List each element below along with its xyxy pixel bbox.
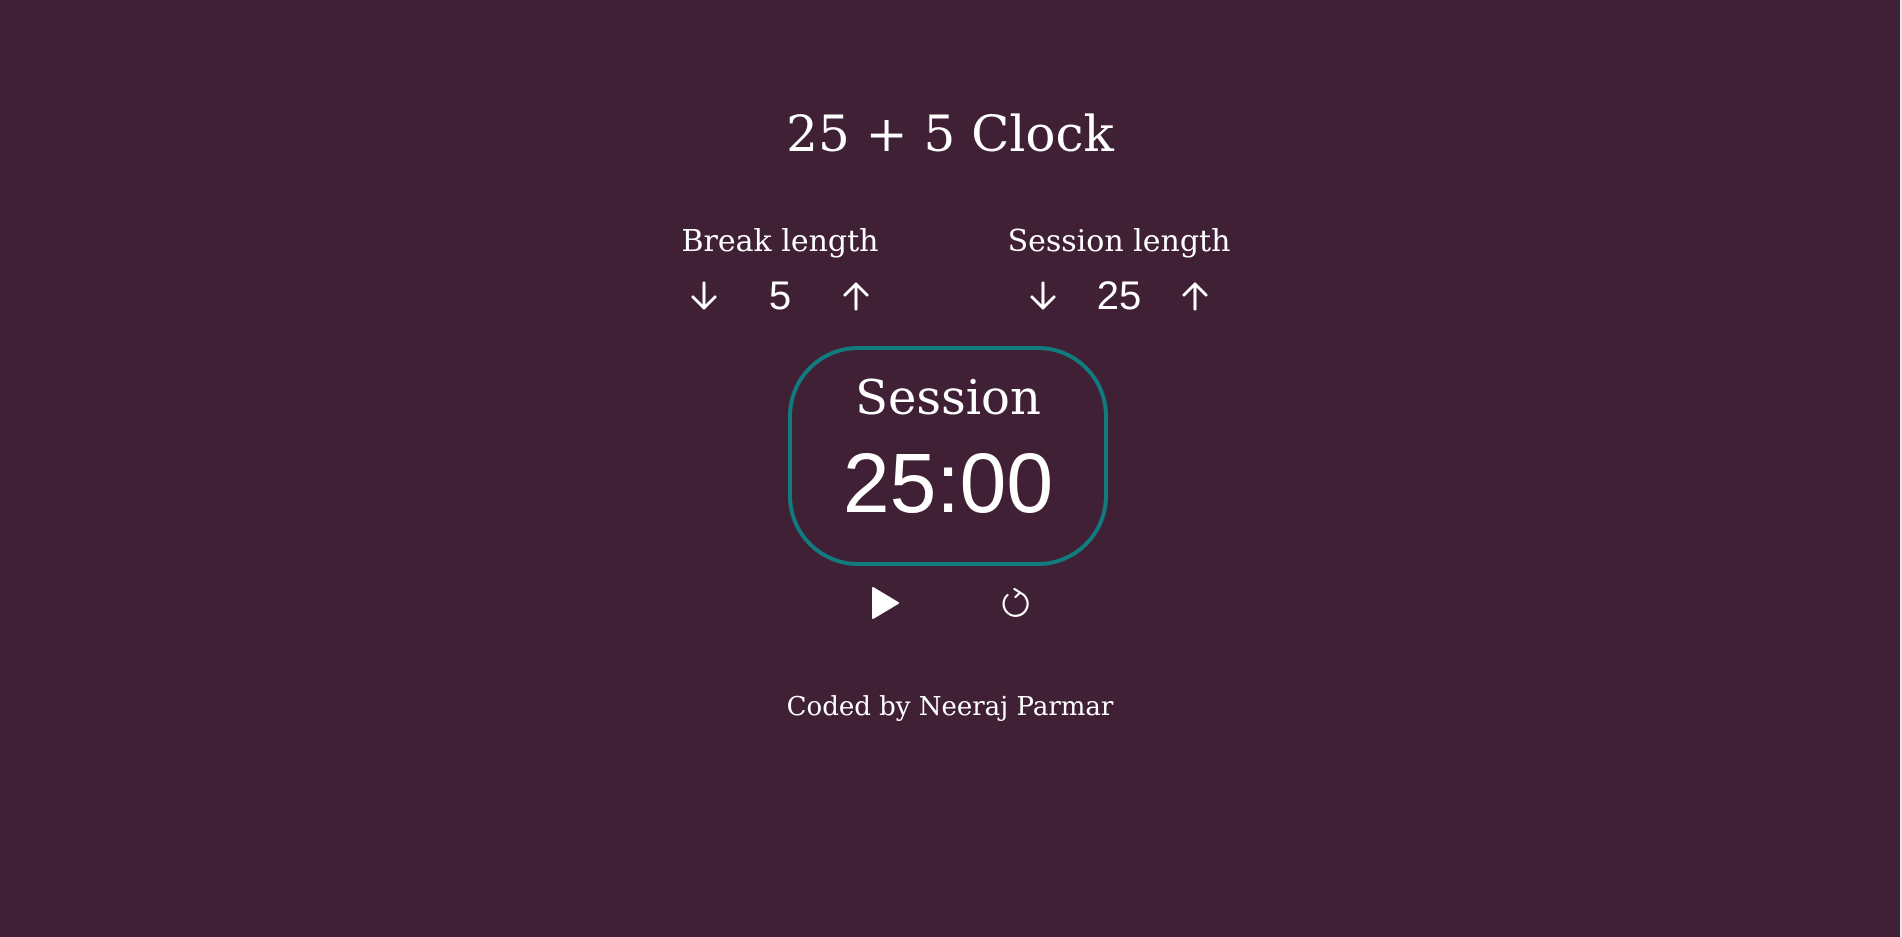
arrow-up-icon <box>843 282 869 311</box>
reset-button[interactable] <box>990 580 1040 626</box>
session-increment-button[interactable] <box>1175 273 1215 319</box>
session-label: Session length <box>1007 224 1231 259</box>
timer-label: Session <box>855 370 1041 426</box>
clock-app: 25 + 5 Clock Break length 5 Session leng… <box>0 0 1902 937</box>
break-decrement-button[interactable] <box>684 273 724 319</box>
time-left: 25:00 <box>842 436 1054 530</box>
session-length-value: 25 <box>1096 273 1142 318</box>
break-increment-button[interactable] <box>836 273 876 319</box>
arrow-down-icon <box>691 281 717 310</box>
session-controls: 25 <box>989 266 1249 326</box>
playback-controls <box>860 580 1040 626</box>
arrow-down-icon <box>1030 281 1056 310</box>
arrow-up-icon <box>1182 282 1208 311</box>
session-decrement-button[interactable] <box>1023 273 1063 319</box>
play-icon <box>872 587 899 619</box>
break-controls: 5 <box>650 266 910 326</box>
break-length-value: 5 <box>768 273 792 318</box>
footer-credit: Coded by Neeraj Parmar <box>786 692 1114 722</box>
session-length-control: Session length 25 <box>989 222 1249 326</box>
start-stop-button[interactable] <box>860 580 910 626</box>
break-length-control: Break length 5 <box>650 222 910 326</box>
timer-display: Session 25:00 <box>788 346 1108 566</box>
break-label: Break length <box>681 224 879 259</box>
page-title: 25 + 5 Clock <box>786 105 1114 163</box>
refresh-icon <box>1002 587 1029 617</box>
